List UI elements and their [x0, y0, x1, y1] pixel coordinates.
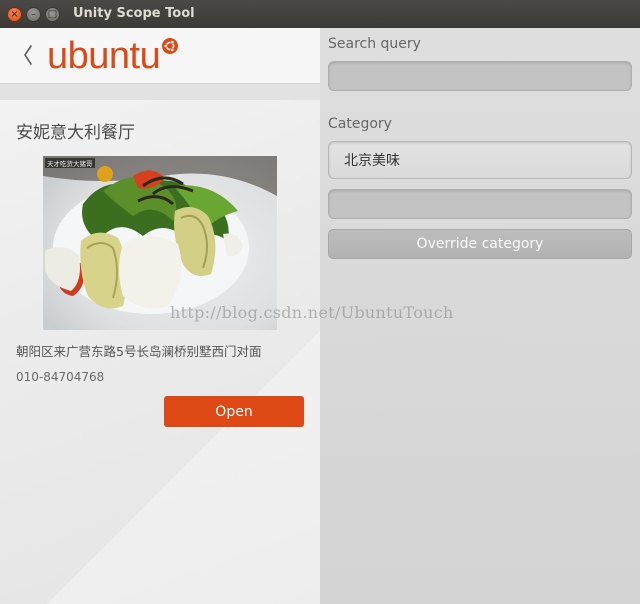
header-divider — [0, 84, 320, 100]
place-title: 安妮意大利餐厅 — [16, 123, 135, 143]
watermark: http://blog.csdn.net/UbuntuTouch — [170, 303, 454, 322]
place-phone: 010-84704768 — [16, 370, 105, 384]
category-label: Category — [328, 116, 392, 132]
close-window-button[interactable]: × — [7, 7, 22, 22]
window-titlebar: × – □ Unity Scope Tool — [0, 0, 640, 28]
search-query-label: Search query — [328, 36, 421, 52]
window-title: Unity Scope Tool — [73, 6, 195, 21]
ubuntu-logo: ubuntu — [47, 34, 179, 78]
override-category-button[interactable]: Override category — [328, 229, 632, 259]
photo-overlay-text: 天才吃货大猪哥 — [47, 159, 93, 168]
chevron-left-icon[interactable] — [20, 42, 36, 68]
maximize-window-button[interactable]: □ — [45, 7, 60, 22]
category-field[interactable]: 北京美味 — [328, 141, 632, 179]
search-query-input[interactable] — [328, 61, 632, 91]
open-button[interactable]: Open — [164, 396, 304, 427]
logo-text: ubuntu — [47, 35, 161, 77]
override-category-input[interactable] — [328, 189, 632, 219]
place-address: 朝阳区来广营东路5号长岛澜桥别墅西门对面 — [16, 344, 262, 359]
circle-of-friends-icon — [162, 38, 179, 54]
minimize-window-button[interactable]: – — [26, 7, 41, 22]
preview-header: ubuntu — [0, 28, 320, 84]
